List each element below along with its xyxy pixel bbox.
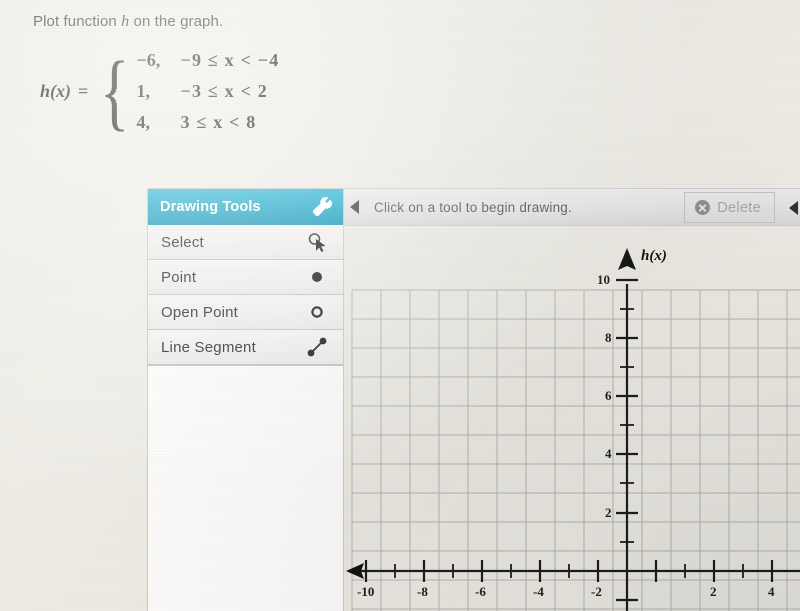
- open-point-icon: [304, 299, 330, 325]
- drawing-tools-header: Drawing Tools: [148, 189, 343, 225]
- right-caret-icon[interactable]: [789, 201, 798, 215]
- tools-panel-empty-area: [148, 365, 343, 611]
- y-tick-label: 2: [605, 505, 612, 520]
- cases-list: −6, −9 ≤ x < −4 1, −3 ≤ x < 2 4, 3 ≤ x <…: [134, 50, 280, 133]
- left-brace: {: [100, 42, 130, 139]
- y-tick-label: 4: [605, 446, 612, 461]
- tool-label: Line Segment: [161, 338, 256, 356]
- wrench-icon: [311, 196, 333, 218]
- x-tick-label: -2: [591, 584, 602, 599]
- piecewise-function: h(x) = { −6, −9 ≤ x < −4 1, −3 ≤ x < 2 4…: [40, 42, 280, 139]
- tool-label: Select: [161, 233, 204, 251]
- left-caret-icon[interactable]: [350, 200, 359, 214]
- axes: [346, 248, 800, 611]
- line-segment-icon: [304, 334, 330, 360]
- case-condition: 3 ≤ x < 8: [180, 112, 257, 132]
- sidebar-item-line-segment[interactable]: Line Segment: [148, 330, 343, 365]
- delete-button-label: Delete: [717, 199, 761, 216]
- tool-label: Point: [161, 268, 197, 286]
- sidebar-item-open-point[interactable]: Open Point: [148, 295, 343, 330]
- y-tick-label: 8: [605, 330, 612, 345]
- photo-page: Plot function h on the graph. h(x) = { −…: [0, 0, 800, 611]
- drawing-tools-title: Drawing Tools: [160, 199, 261, 215]
- x-tick-label: -10: [357, 584, 375, 599]
- case-condition: −9 ≤ x < −4: [180, 50, 280, 70]
- prompt-text-after: on the graph.: [129, 13, 224, 30]
- coordinate-grid: [346, 248, 800, 611]
- case-value: 1,: [136, 81, 151, 101]
- prompt-text-before: Plot function: [33, 13, 122, 30]
- x-tick-label: -4: [533, 584, 544, 599]
- graph-canvas[interactable]: 10 8 6 4 2 -10 -8 -6 -4 -2 2 4 h(x): [344, 226, 800, 611]
- case-condition: −3 ≤ x < 2: [180, 81, 268, 101]
- tool-label: Open Point: [161, 303, 239, 321]
- case-row: −6, −9 ≤ x < −4: [137, 50, 280, 71]
- y-tick-label: 6: [605, 388, 612, 403]
- filled-point-icon: [304, 264, 330, 290]
- x-tick-label: -6: [475, 584, 486, 599]
- equals-sign: =: [78, 81, 89, 101]
- drawing-application: Click on a tool to begin drawing. Delete…: [147, 188, 800, 611]
- sidebar-item-point[interactable]: Point: [148, 260, 343, 295]
- delete-button[interactable]: Delete: [684, 192, 775, 223]
- drawing-tools-panel: Drawing Tools Select Point Open Point Li…: [147, 188, 344, 611]
- circle-x-icon: [695, 200, 711, 215]
- cursor-select-icon: [304, 229, 330, 255]
- case-row: 4, 3 ≤ x < 8: [137, 112, 280, 133]
- page-title: Plot function h on the graph.: [33, 13, 223, 31]
- y-tick-label: 10: [597, 272, 610, 287]
- x-tick-label: 4: [768, 584, 775, 599]
- drawing-toolbar: Click on a tool to begin drawing. Delete: [344, 188, 800, 226]
- grid-lines: [351, 289, 800, 611]
- case-row: 1, −3 ≤ x < 2: [137, 81, 280, 102]
- x-tick-label: -8: [417, 584, 428, 599]
- function-name: h(x): [40, 81, 71, 101]
- case-value: 4,: [136, 112, 151, 132]
- y-axis-label: h(x): [641, 248, 667, 264]
- x-tick-label: 2: [710, 584, 717, 599]
- toolbar-hint-text: Click on a tool to begin drawing.: [374, 199, 572, 215]
- case-value: −6,: [136, 50, 161, 70]
- sidebar-item-select[interactable]: Select: [148, 225, 343, 260]
